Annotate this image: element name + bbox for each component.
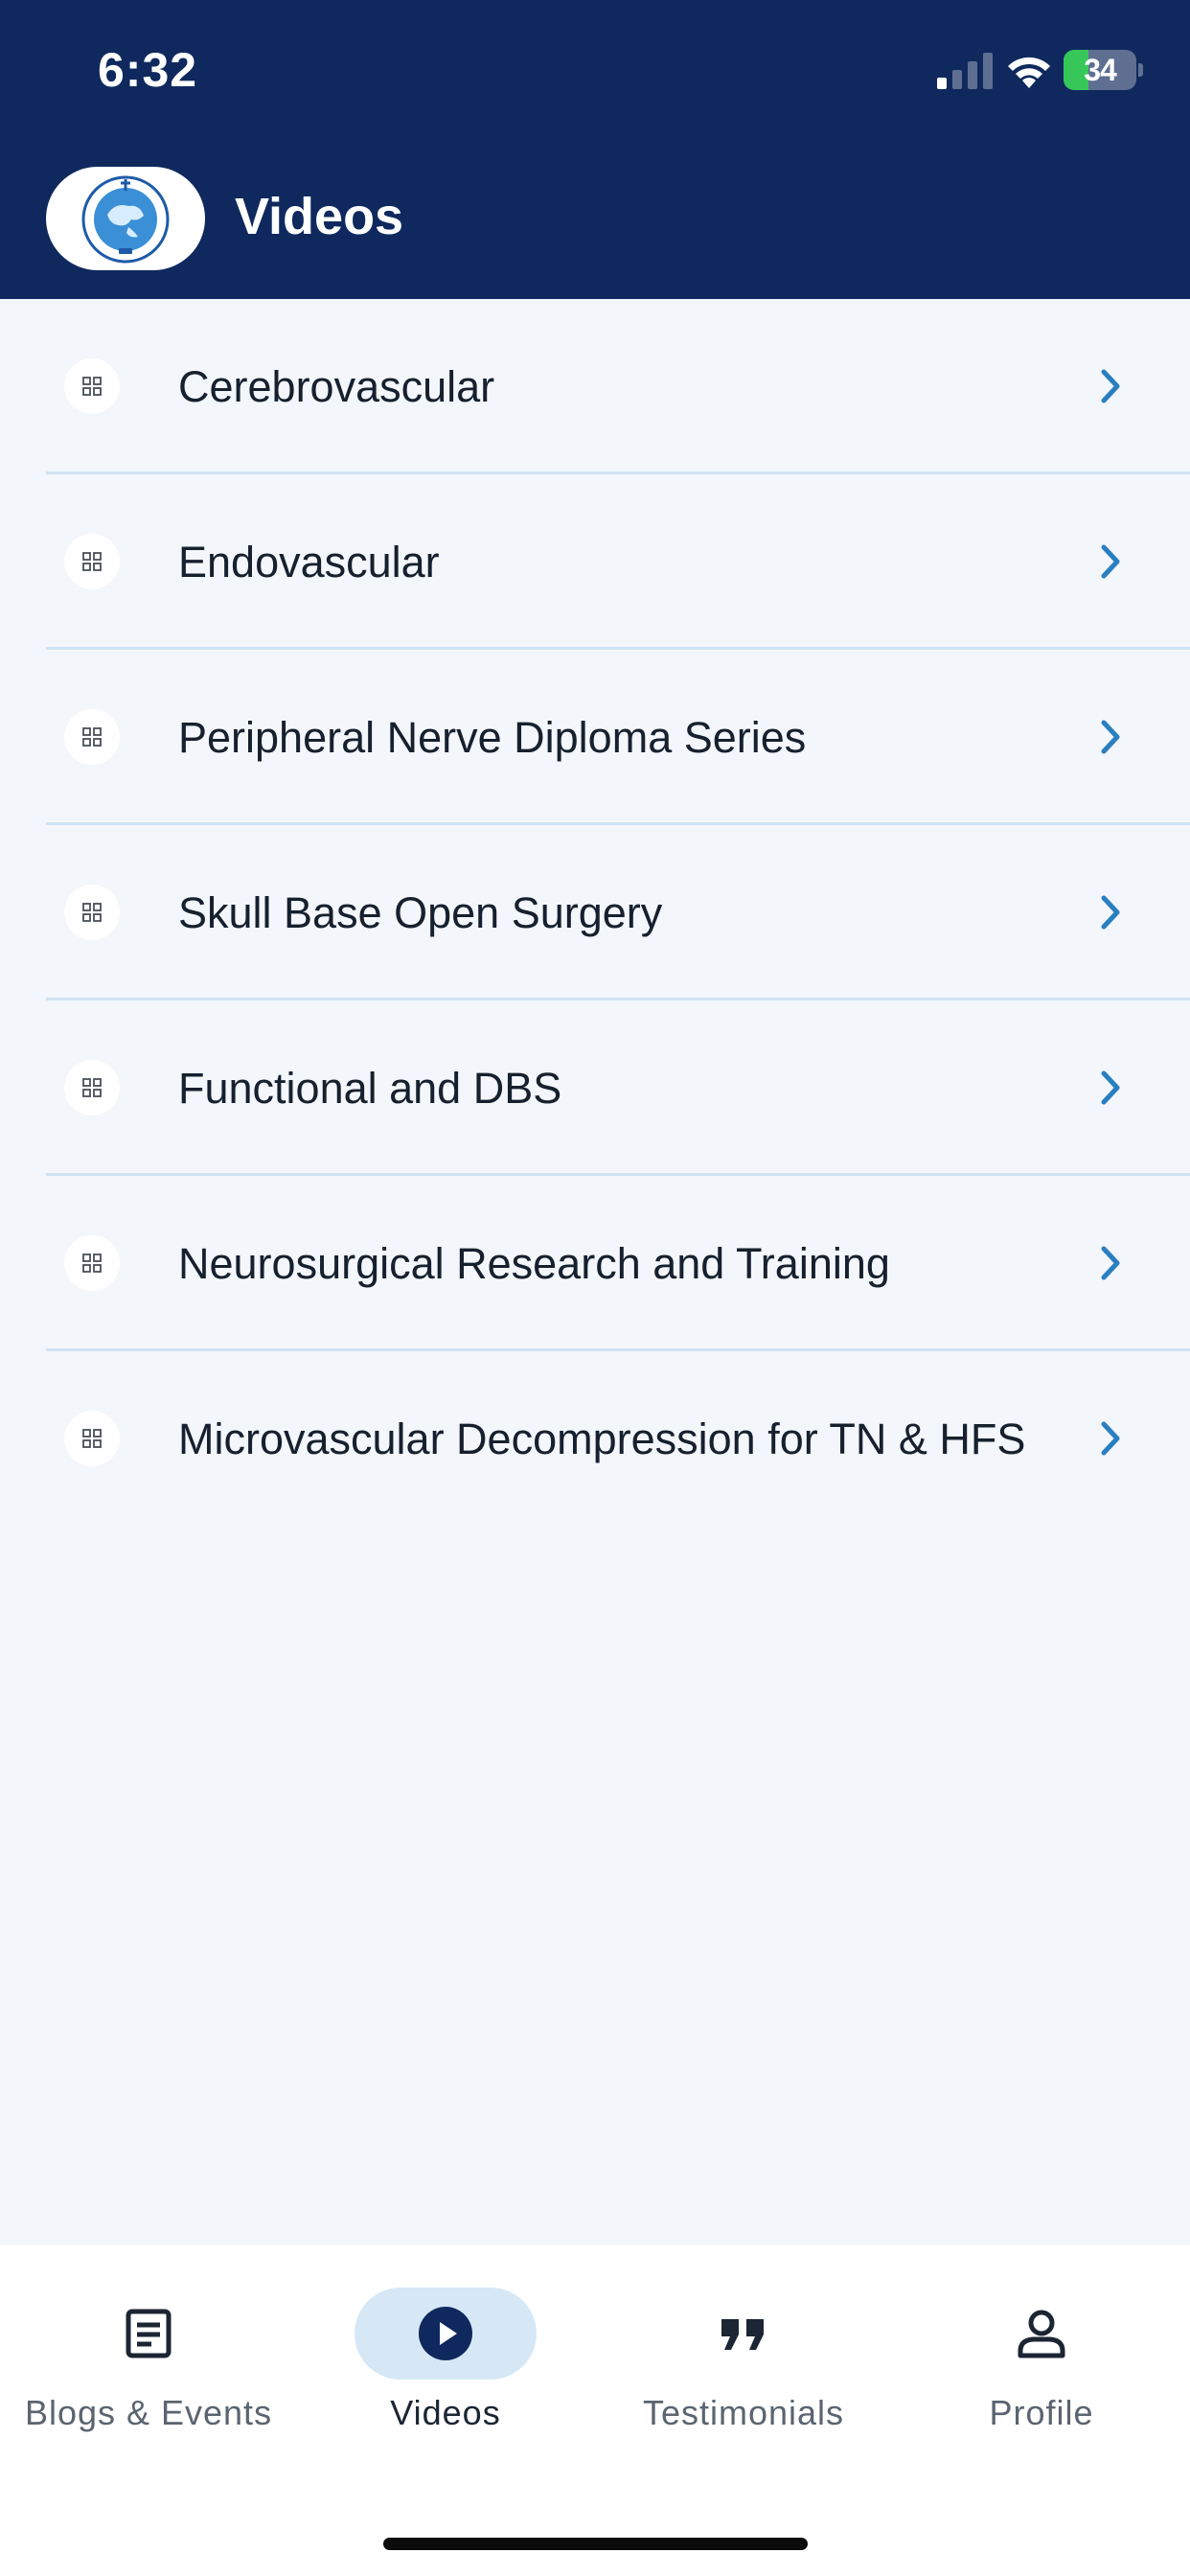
grid-icon bbox=[82, 377, 102, 396]
chevron-right-icon bbox=[1101, 544, 1120, 579]
grid-icon bbox=[82, 1429, 102, 1448]
chevron-right-icon bbox=[1101, 1421, 1120, 1456]
chevron-right-icon bbox=[1101, 1070, 1120, 1105]
app-logo[interactable] bbox=[46, 167, 205, 270]
society-globe-logo-icon bbox=[81, 175, 170, 264]
chevron-right-icon bbox=[1101, 720, 1120, 754]
grid-icon bbox=[82, 1078, 102, 1097]
status-bar: 6:32 34 bbox=[0, 0, 1190, 144]
article-icon bbox=[126, 2309, 172, 2358]
category-label: Skull Base Open Surgery bbox=[178, 888, 663, 937]
tab-icon-pill bbox=[355, 2288, 537, 2380]
category-row[interactable]: Functional and DBS bbox=[0, 1000, 1190, 1176]
category-row[interactable]: Endovascular bbox=[0, 474, 1190, 650]
category-label: Neurosurgical Research and Training bbox=[178, 1239, 890, 1288]
grid-icon bbox=[82, 727, 102, 747]
battery-indicator: 34 bbox=[1064, 50, 1144, 90]
grid-icon bbox=[82, 1254, 102, 1273]
category-icon-badge bbox=[64, 709, 120, 765]
tab-label: Blogs & Events bbox=[24, 2393, 273, 2432]
page-title: Videos bbox=[235, 188, 404, 245]
battery-body: 34 bbox=[1064, 50, 1136, 90]
tab-label: Profile bbox=[989, 2393, 1094, 2432]
category-row[interactable]: Cerebrovascular bbox=[0, 299, 1190, 474]
battery-level: 34 bbox=[1084, 53, 1117, 87]
category-row[interactable]: Peripheral Nerve Diploma Series bbox=[0, 650, 1190, 825]
category-row[interactable]: Skull Base Open Surgery bbox=[0, 825, 1190, 1000]
person-icon bbox=[1018, 2310, 1065, 2358]
tab-icon-pill bbox=[57, 2288, 240, 2380]
category-icon-badge bbox=[64, 358, 120, 414]
category-label: Cerebrovascular bbox=[178, 362, 495, 411]
tab-blogs-events[interactable]: Blogs & Events bbox=[0, 2245, 297, 2456]
tab-label: Testimonials bbox=[642, 2393, 845, 2432]
tab-icon-pill bbox=[950, 2288, 1133, 2380]
cellular-signal-icon bbox=[937, 53, 993, 89]
tab-profile[interactable]: Profile bbox=[893, 2245, 1190, 2456]
tab-videos[interactable]: Videos bbox=[297, 2245, 594, 2456]
grid-icon bbox=[82, 552, 102, 571]
quote-icon bbox=[721, 2319, 764, 2350]
battery-tip bbox=[1138, 63, 1143, 77]
nav-bar: Videos bbox=[0, 144, 1190, 299]
grid-icon bbox=[82, 903, 102, 922]
category-icon-badge bbox=[64, 534, 120, 589]
status-time: 6:32 bbox=[98, 43, 198, 97]
category-icon-badge bbox=[64, 885, 120, 940]
category-icon-badge bbox=[64, 1235, 120, 1291]
app-header: 6:32 34 Videos bbox=[0, 0, 1190, 299]
tab-icon-pill bbox=[652, 2288, 835, 2380]
category-row[interactable]: Neurosurgical Research and Training bbox=[0, 1176, 1190, 1351]
bottom-tab-bar: Blogs & Events Videos Testimonials Profi… bbox=[0, 2245, 1190, 2576]
wifi-icon bbox=[1008, 57, 1050, 88]
tab-testimonials[interactable]: Testimonials bbox=[595, 2245, 892, 2456]
category-icon-badge bbox=[64, 1411, 120, 1466]
category-label: Peripheral Nerve Diploma Series bbox=[178, 713, 807, 762]
category-icon-badge bbox=[64, 1060, 120, 1116]
category-row[interactable]: Microvascular Decompression for TN & HFS bbox=[0, 1351, 1190, 1527]
play-circle-icon bbox=[419, 2307, 472, 2360]
home-indicator bbox=[383, 2538, 808, 2550]
chevron-right-icon bbox=[1101, 369, 1120, 403]
category-label: Endovascular bbox=[178, 538, 440, 586]
category-label: Functional and DBS bbox=[178, 1064, 562, 1113]
tab-label: Videos bbox=[390, 2393, 501, 2432]
chevron-right-icon bbox=[1101, 1246, 1120, 1280]
category-label: Microvascular Decompression for TN & HFS bbox=[178, 1414, 1026, 1463]
chevron-right-icon bbox=[1101, 895, 1120, 930]
